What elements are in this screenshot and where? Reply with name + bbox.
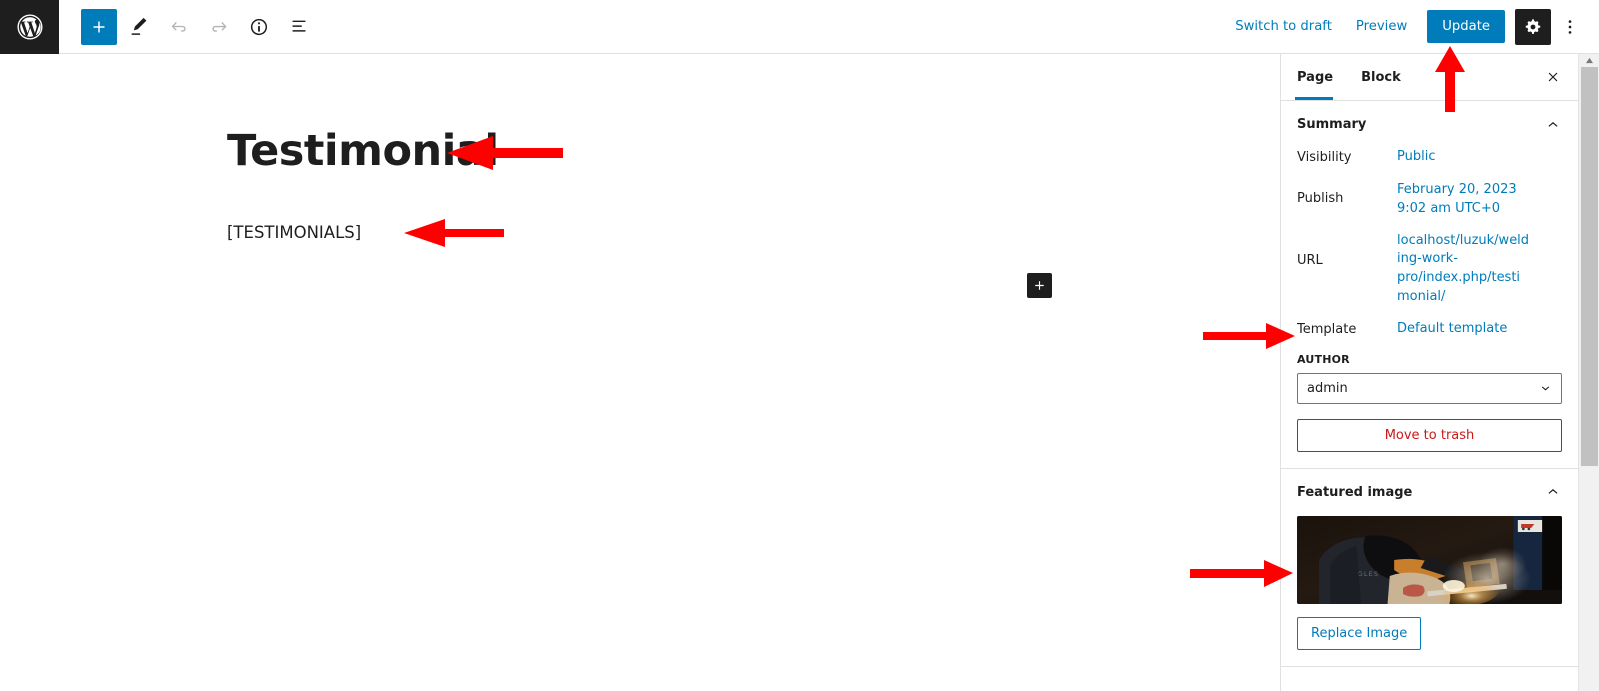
toolbar-right-buttons: Switch to draft Preview Update bbox=[1223, 8, 1599, 45]
url-row: URL localhost/luzuk/welding-work-pro/ind… bbox=[1297, 232, 1562, 307]
gear-icon bbox=[1525, 18, 1541, 34]
summary-panel-title: Summary bbox=[1297, 117, 1367, 132]
tab-page[interactable]: Page bbox=[1281, 54, 1347, 100]
featured-image-thumbnail[interactable]: BEAGLES bbox=[1297, 515, 1562, 604]
close-icon bbox=[1548, 72, 1558, 82]
featured-image-panel-body: BEAGLES Replace Image bbox=[1281, 515, 1578, 666]
move-to-trash-button[interactable]: Move to trash bbox=[1297, 418, 1562, 452]
toolbar-left-buttons bbox=[81, 8, 317, 45]
undo-button[interactable] bbox=[161, 9, 197, 45]
redo-button[interactable] bbox=[201, 9, 237, 45]
summary-panel: Summary Visibility Public Publish Februa… bbox=[1281, 101, 1578, 469]
publish-value[interactable]: February 20, 2023 9:02 am UTC+0 bbox=[1397, 181, 1532, 219]
summary-panel-header[interactable]: Summary bbox=[1281, 101, 1578, 148]
pencil-icon bbox=[131, 17, 147, 35]
publish-row: Publish February 20, 2023 9:02 am UTC+0 bbox=[1297, 181, 1562, 219]
author-select[interactable]: admin bbox=[1297, 372, 1562, 404]
sidebar-scrollbar[interactable] bbox=[1578, 54, 1599, 691]
visibility-value[interactable]: Public bbox=[1397, 148, 1435, 167]
settings-button[interactable] bbox=[1515, 8, 1551, 45]
close-sidebar-button[interactable] bbox=[1536, 60, 1570, 94]
switch-to-draft-button[interactable]: Switch to draft bbox=[1223, 11, 1344, 42]
chevron-up-icon bbox=[1544, 483, 1562, 501]
editor-toolbar: Switch to draft Preview Update bbox=[0, 0, 1599, 54]
list-view-icon bbox=[292, 20, 306, 32]
more-options-button[interactable] bbox=[1553, 9, 1587, 45]
page-title[interactable]: Testimonial bbox=[227, 126, 499, 176]
ellipsis-vertical-icon bbox=[1568, 19, 1572, 34]
url-label: URL bbox=[1297, 252, 1323, 268]
wordpress-logo-icon[interactable] bbox=[0, 0, 59, 54]
featured-image-panel-header[interactable]: Featured image bbox=[1281, 469, 1578, 516]
editor-canvas: Testimonial [TESTIMONIALS] bbox=[59, 54, 1280, 691]
add-block-button[interactable] bbox=[81, 8, 117, 45]
author-label: AUTHOR bbox=[1297, 352, 1350, 366]
scrollbar-thumb[interactable] bbox=[1581, 67, 1598, 466]
tab-block[interactable]: Block bbox=[1347, 54, 1415, 100]
template-row: Template Default template bbox=[1297, 320, 1562, 340]
template-label: Template bbox=[1297, 321, 1357, 337]
redo-icon bbox=[212, 21, 227, 32]
plus-icon bbox=[1035, 281, 1044, 290]
tools-button[interactable] bbox=[121, 9, 157, 45]
list-view-button[interactable] bbox=[281, 9, 317, 45]
scrollbar-up-arrow[interactable] bbox=[1579, 54, 1599, 67]
url-value[interactable]: localhost/luzuk/welding-work-pro/index.p… bbox=[1397, 232, 1532, 307]
editor-root: Switch to draft Preview Update Testimoni… bbox=[0, 0, 1599, 691]
undo-icon bbox=[171, 21, 186, 32]
visibility-row: Visibility Public bbox=[1297, 148, 1562, 168]
chevron-up-icon bbox=[1544, 116, 1562, 134]
info-icon bbox=[250, 18, 268, 35]
sidebar-tabs: Page Block bbox=[1281, 54, 1578, 101]
plus-icon bbox=[93, 21, 105, 32]
canvas-block-inserter-button[interactable] bbox=[1027, 273, 1052, 298]
triangle-up-icon bbox=[1585, 57, 1593, 64]
details-button[interactable] bbox=[241, 9, 277, 45]
template-value[interactable]: Default template bbox=[1397, 320, 1507, 339]
visibility-label: Visibility bbox=[1297, 150, 1352, 165]
update-button[interactable]: Update bbox=[1427, 10, 1505, 43]
settings-sidebar: Page Block Summary Visibility Public Pub… bbox=[1280, 54, 1578, 691]
featured-image-panel: Featured image BEAGLES Replace Image bbox=[1281, 469, 1578, 667]
preview-button[interactable]: Preview bbox=[1344, 11, 1419, 42]
paragraph-block[interactable]: [TESTIMONIALS] bbox=[227, 220, 361, 246]
featured-image-panel-title: Featured image bbox=[1297, 484, 1413, 500]
author-select-wrapper: admin bbox=[1297, 372, 1562, 404]
publish-label: Publish bbox=[1297, 190, 1344, 206]
summary-panel-body: Visibility Public Publish February 20, 2… bbox=[1281, 148, 1578, 468]
replace-image-button[interactable]: Replace Image bbox=[1297, 616, 1422, 650]
